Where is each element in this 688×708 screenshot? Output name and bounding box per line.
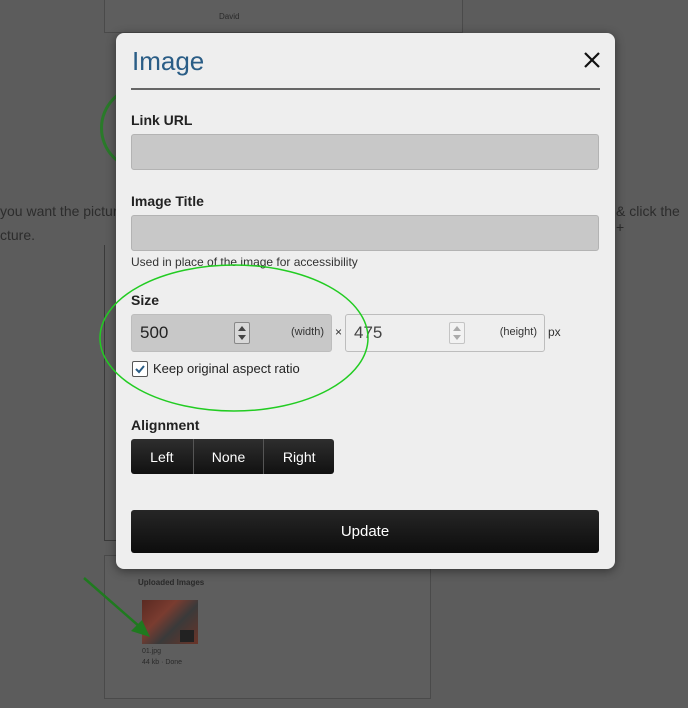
- delete-image-icon[interactable]: [180, 630, 194, 642]
- link-url-label: Link URL: [131, 112, 193, 128]
- background-text-line-1: you want the pictur: [0, 203, 118, 219]
- height-stepper[interactable]: [449, 322, 465, 344]
- width-hint: (width): [290, 326, 324, 338]
- height-hint: (height): [499, 326, 537, 338]
- author-panel: David: [104, 0, 463, 33]
- spin-down-icon[interactable]: [453, 335, 461, 340]
- alignment-group: Left None Right: [131, 439, 334, 474]
- spin-up-icon[interactable]: [238, 326, 246, 331]
- image-title-help: Used in place of the image for accessibi…: [131, 255, 358, 269]
- annotation-arrow-icon: [83, 577, 150, 637]
- close-icon[interactable]: [579, 47, 605, 73]
- keep-ratio-checkbox[interactable]: [132, 361, 148, 377]
- image-dialog: Image Link URL Image Title Used in place…: [116, 33, 615, 569]
- image-title-label: Image Title: [131, 193, 204, 209]
- background-text-line-2: cture.: [0, 227, 36, 243]
- height-input[interactable]: 475 (height): [345, 314, 545, 352]
- keep-ratio-label[interactable]: Keep original aspect ratio: [153, 361, 300, 376]
- height-value: 475: [354, 323, 383, 342]
- update-button[interactable]: Update: [131, 510, 599, 553]
- alignment-label: Alignment: [131, 417, 200, 433]
- image-title-input[interactable]: [131, 215, 599, 251]
- dialog-title: Image: [132, 46, 205, 76]
- author-name: David: [219, 12, 240, 21]
- file-meta: 44 kb · Done: [142, 659, 183, 666]
- width-stepper[interactable]: [234, 322, 250, 344]
- times-sign: ×: [335, 325, 343, 339]
- background-text-right: & click the +: [616, 203, 680, 235]
- link-url-input[interactable]: [131, 134, 599, 170]
- spin-down-icon[interactable]: [238, 335, 246, 340]
- align-none-button[interactable]: None: [194, 439, 265, 474]
- size-unit: px: [548, 325, 561, 339]
- width-value: 500: [140, 323, 169, 342]
- title-divider: [131, 88, 600, 90]
- align-left-button[interactable]: Left: [131, 439, 194, 474]
- file-name: 01.jpg: [142, 648, 162, 655]
- spin-up-icon[interactable]: [453, 326, 461, 331]
- width-input[interactable]: 500 (width): [131, 314, 332, 352]
- size-label: Size: [131, 292, 160, 308]
- align-right-button[interactable]: Right: [264, 439, 334, 474]
